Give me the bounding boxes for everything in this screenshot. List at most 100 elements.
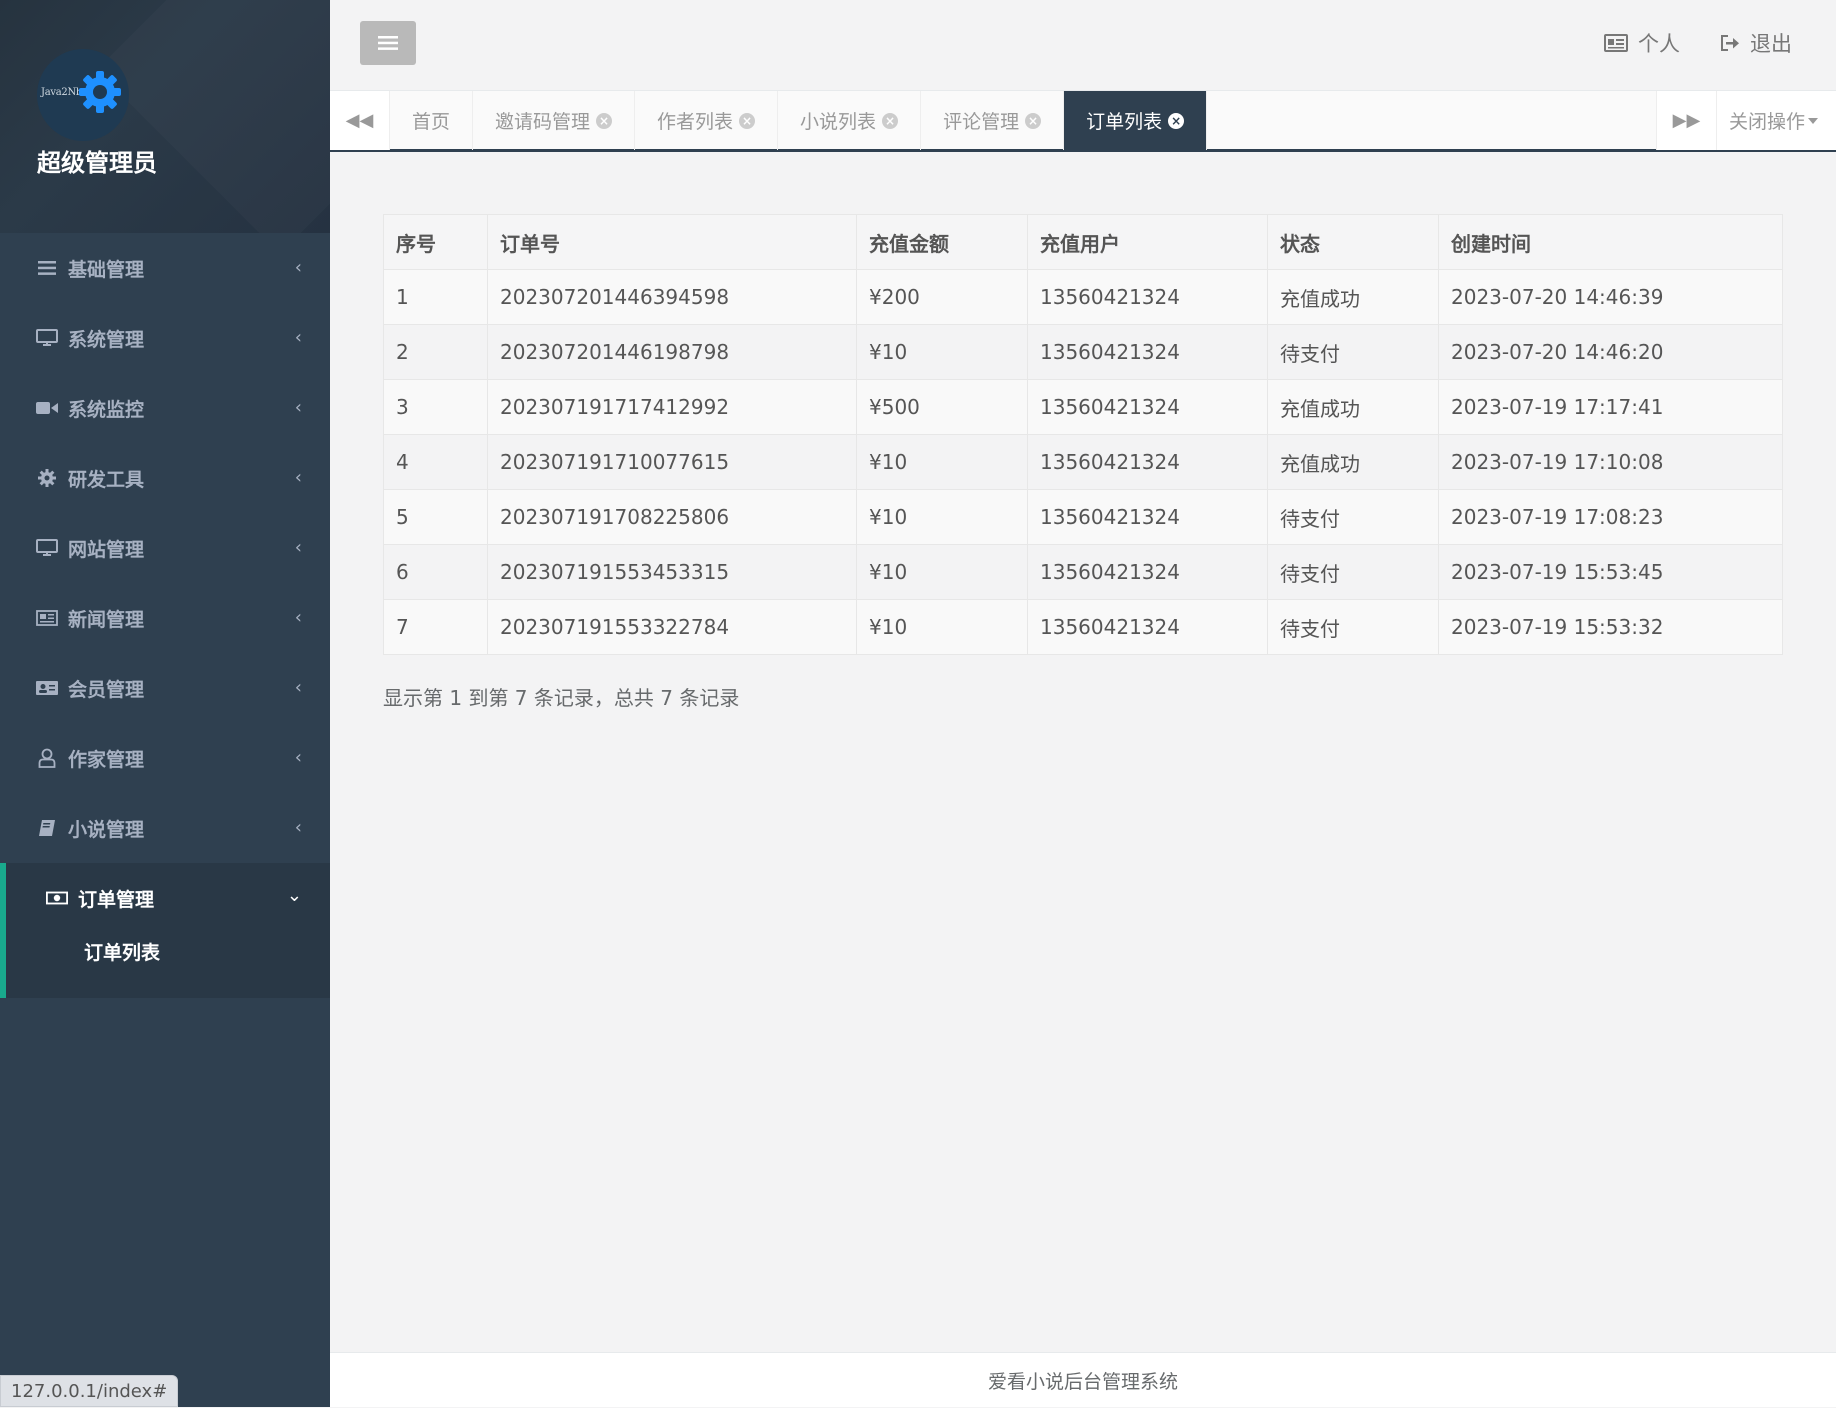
- sidebar: Java2Nb 超级管理员 基础管理 ‹ 系统管理 ‹ 系统监控 ‹ 研发工具 …: [0, 0, 330, 1407]
- tab-label: 评论管理: [943, 111, 1020, 133]
- tab-label: 订单列表: [1086, 111, 1163, 133]
- sidebar-item-label: 研发工具: [68, 468, 145, 491]
- chevron-left-icon: ‹: [294, 397, 302, 418]
- double-chevron-left-icon: ◀◀: [345, 110, 374, 131]
- tab-scroll-right-button[interactable]: ▶▶: [1656, 91, 1716, 150]
- sidebar-item-monitor[interactable]: 系统监控 ‹: [0, 373, 330, 443]
- pagination-info: 显示第 1 到第 7 条记录，总共 7 条记录: [383, 686, 740, 710]
- chevron-left-icon: ‹: [294, 817, 302, 838]
- chevron-left-icon: ‹: [294, 257, 302, 278]
- tab-bar: ◀◀ 首页 邀请码管理 × 作者列表 × 小说列表 × 评论管理 × 订单列表 …: [330, 90, 1836, 152]
- avatar[interactable]: Java2Nb: [37, 49, 129, 141]
- menu-toggle-button[interactable]: [360, 21, 416, 65]
- footer: 爱看小说后台管理系统: [330, 1352, 1836, 1407]
- table-cell: ¥10: [856, 544, 1028, 600]
- table-cell: 4: [383, 434, 488, 490]
- tab-home[interactable]: 首页: [390, 91, 474, 150]
- avatar-logo-text: Java2Nb: [41, 87, 82, 98]
- table-cell: 2023-07-19 17:08:23: [1438, 489, 1783, 545]
- column-header[interactable]: 状态: [1267, 214, 1439, 270]
- orders-table-body: 1 202307201446394598 ¥200 13560421324 充值成功 20…: [383, 269, 1783, 655]
- double-chevron-right-icon: ▶▶: [1672, 110, 1701, 131]
- close-icon[interactable]: ×: [1168, 112, 1185, 129]
- table-cell: 202307191708225806: [487, 489, 857, 545]
- table-cell: 5: [383, 489, 488, 545]
- table-cell: 13560421324: [1027, 544, 1268, 600]
- sidebar-item-novels[interactable]: 小说管理 ‹: [0, 793, 330, 863]
- tab-scroll-left-button[interactable]: ◀◀: [330, 91, 390, 150]
- close-icon[interactable]: ×: [739, 112, 756, 129]
- table-cell: ¥10: [856, 489, 1028, 545]
- monitor-icon: [36, 537, 58, 559]
- table-cell: 2023-07-19 15:53:32: [1438, 599, 1783, 655]
- column-header[interactable]: 订单号: [487, 214, 857, 270]
- table-cell: 2: [383, 324, 488, 380]
- close-operations-dropdown[interactable]: 关闭操作: [1716, 91, 1836, 150]
- close-operations-label: 关闭操作: [1729, 111, 1806, 133]
- sidebar-item-label: 会员管理: [68, 678, 145, 701]
- sidebar-subitem-order-list[interactable]: 订单列表: [6, 933, 330, 973]
- sidebar-item-label: 网站管理: [68, 538, 145, 561]
- column-header[interactable]: 创建时间: [1438, 214, 1783, 270]
- table-cell: 3: [383, 379, 488, 435]
- tab-novels[interactable]: 小说列表 ×: [778, 91, 922, 150]
- id-card-icon: [1604, 34, 1628, 52]
- close-icon[interactable]: ×: [1025, 112, 1042, 129]
- table-cell: 1: [383, 269, 488, 325]
- sidebar-item-orders[interactable]: 订单管理 ⌄: [0, 863, 330, 933]
- table-cell: 充值成功: [1267, 434, 1439, 490]
- id-card-icon: [36, 677, 58, 699]
- tab-orders[interactable]: 订单列表 ×: [1064, 91, 1208, 150]
- money-icon: [46, 887, 68, 909]
- logout-link[interactable]: 退出: [1720, 28, 1792, 58]
- personal-link[interactable]: 个人: [1604, 28, 1680, 58]
- table-row[interactable]: 3 202307191717412992 ¥500 13560421324 充值成功 20…: [383, 379, 1783, 435]
- chevron-left-icon: ‹: [294, 607, 302, 628]
- table-header-row: 序号 订单号 充值金额 充值用户 状态 创建时间: [383, 214, 1783, 270]
- tab-list: 首页 邀请码管理 × 作者列表 × 小说列表 × 评论管理 × 订单列表 ×: [390, 91, 1208, 150]
- sign-out-icon: [1720, 34, 1740, 52]
- close-icon[interactable]: ×: [596, 112, 613, 129]
- sidebar-item-devtools[interactable]: 研发工具 ‹: [0, 443, 330, 513]
- tab-comments[interactable]: 评论管理 ×: [921, 91, 1065, 150]
- table-row[interactable]: 4 202307191710077615 ¥10 13560421324 充值成功 202…: [383, 434, 1783, 490]
- table-row[interactable]: 5 202307191708225806 ¥10 13560421324 待支付 2023…: [383, 489, 1783, 545]
- table-cell: 13560421324: [1027, 599, 1268, 655]
- table-row[interactable]: 6 202307191553453315 ¥10 13560421324 待支付 2023…: [383, 544, 1783, 600]
- column-header[interactable]: 序号: [383, 214, 488, 270]
- table-cell: 13560421324: [1027, 489, 1268, 545]
- table-cell: 2023-07-19 17:17:41: [1438, 379, 1783, 435]
- tab-invite-codes[interactable]: 邀请码管理 ×: [473, 91, 636, 150]
- sidebar-item-members[interactable]: 会员管理 ‹: [0, 653, 330, 723]
- column-header[interactable]: 充值金额: [856, 214, 1028, 270]
- profile-panel: Java2Nb 超级管理员: [0, 0, 330, 233]
- column-header[interactable]: 充值用户: [1027, 214, 1268, 270]
- table-cell: 待支付: [1267, 489, 1439, 545]
- sidebar-item-news[interactable]: 新闻管理 ‹: [0, 583, 330, 653]
- newspaper-icon: [36, 607, 58, 629]
- sidebar-nav: 基础管理 ‹ 系统管理 ‹ 系统监控 ‹ 研发工具 ‹ 网站管理 ‹ 新闻管理 …: [0, 233, 330, 933]
- sidebar-item-label: 系统监控: [68, 398, 145, 421]
- chevron-down-icon: ⌄: [286, 885, 302, 906]
- tab-label: 作者列表: [657, 111, 734, 133]
- caret-down-icon: [1808, 117, 1819, 124]
- table-cell: 202307201446198798: [487, 324, 857, 380]
- table-row[interactable]: 2 202307201446198798 ¥10 13560421324 待支付 2023…: [383, 324, 1783, 380]
- admin-name[interactable]: 超级管理员: [37, 143, 157, 178]
- personal-label: 个人: [1638, 32, 1680, 56]
- list-icon: [36, 257, 58, 279]
- table-cell: 待支付: [1267, 324, 1439, 380]
- table-cell: 13560421324: [1027, 269, 1268, 325]
- close-icon[interactable]: ×: [882, 112, 899, 129]
- table-cell: 13560421324: [1027, 379, 1268, 435]
- table-row[interactable]: 1 202307201446394598 ¥200 13560421324 充值成功 20…: [383, 269, 1783, 325]
- sidebar-item-system[interactable]: 系统管理 ‹: [0, 303, 330, 373]
- chevron-left-icon: ‹: [294, 537, 302, 558]
- table-row[interactable]: 7 202307191553322784 ¥10 13560421324 待支付 2023…: [383, 599, 1783, 655]
- sidebar-item-website[interactable]: 网站管理 ‹: [0, 513, 330, 583]
- tab-authors[interactable]: 作者列表 ×: [635, 91, 779, 150]
- sidebar-item-label: 新闻管理: [68, 608, 145, 631]
- hamburger-icon: [378, 36, 398, 50]
- sidebar-item-writers[interactable]: 作家管理 ‹: [0, 723, 330, 793]
- sidebar-item-basic[interactable]: 基础管理 ‹: [0, 233, 330, 303]
